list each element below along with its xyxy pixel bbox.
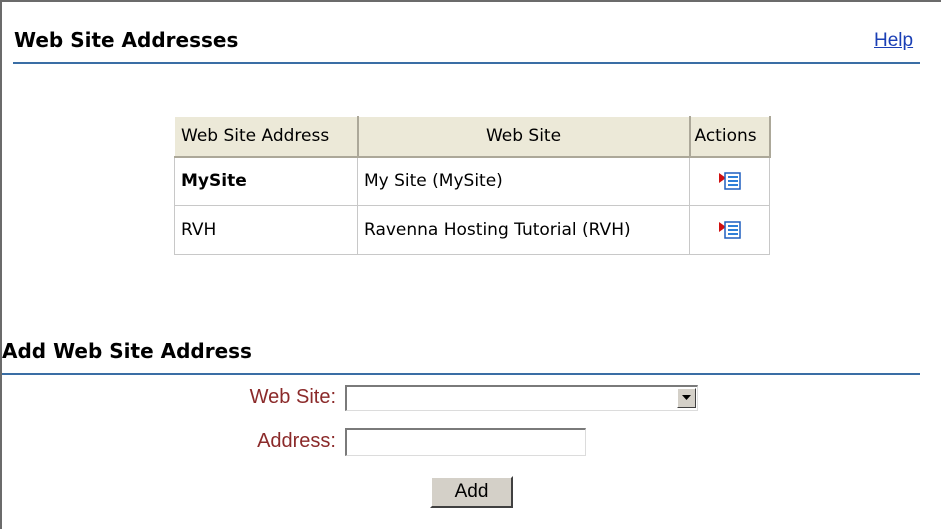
page-title: Web Site Addresses (14, 28, 239, 52)
addresses-table: Web Site Address Web Site Actions MySite… (174, 116, 771, 255)
add-button[interactable]: Add (430, 476, 513, 508)
action-menu-icon[interactable] (718, 171, 741, 191)
table-row: MySite My Site (MySite) (174, 156, 770, 206)
add-section-title: Add Web Site Address (2, 339, 252, 363)
title-divider (13, 62, 920, 64)
add-section-divider (2, 373, 920, 375)
address-label: Address: (257, 430, 336, 452)
column-header-address[interactable]: Web Site Address (174, 116, 359, 158)
web-site-cell: Ravenna Hosting Tutorial (RVH) (357, 205, 690, 255)
dropdown-button[interactable] (677, 388, 696, 408)
help-link[interactable]: Help (874, 30, 913, 52)
web-site-select[interactable] (345, 385, 698, 411)
address-cell: MySite (174, 156, 358, 206)
actions-cell (689, 205, 770, 255)
web-site-cell: My Site (MySite) (357, 156, 690, 206)
address-input[interactable] (345, 428, 586, 456)
actions-cell (689, 156, 770, 206)
web-site-label: Web Site: (249, 386, 336, 408)
column-header-actions[interactable]: Actions (689, 116, 771, 158)
page-frame: Web Site Addresses Help Web Site Address… (0, 0, 941, 529)
column-header-web-site[interactable]: Web Site (357, 116, 691, 158)
address-cell: RVH (174, 205, 358, 255)
table-row: RVH Ravenna Hosting Tutorial (RVH) (174, 205, 770, 255)
table-header-row: Web Site Address Web Site Actions (174, 116, 771, 158)
chevron-down-icon (682, 395, 691, 400)
action-menu-icon[interactable] (718, 220, 741, 240)
